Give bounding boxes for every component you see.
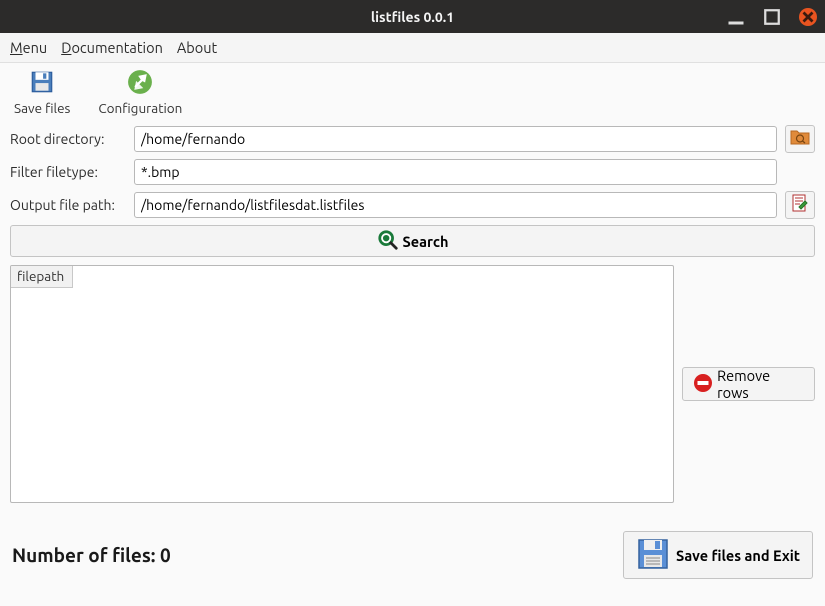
output-path-label: Output file path:	[10, 197, 126, 213]
edit-output-button[interactable]	[785, 191, 815, 219]
results-row: filepath Remove rows	[10, 265, 815, 503]
filter-filetype-input[interactable]	[134, 159, 777, 185]
minimize-button[interactable]	[727, 8, 745, 26]
toolbar: Save files Configuration	[0, 63, 825, 121]
menu-documentation[interactable]: Documentation	[61, 39, 163, 56]
save-files-button[interactable]: Save files	[14, 69, 70, 116]
root-directory-row: Root directory:	[10, 125, 815, 153]
search-label: Search	[403, 233, 449, 250]
filter-filetype-label: Filter filetype:	[10, 164, 126, 180]
maximize-button[interactable]	[763, 8, 781, 26]
table-header-filepath[interactable]: filepath	[11, 266, 73, 288]
close-button[interactable]	[799, 8, 817, 26]
remove-rows-label: Remove rows	[717, 367, 804, 401]
file-count-label: Number of files: 0	[12, 544, 171, 566]
window-controls	[727, 8, 817, 26]
folder-icon	[790, 128, 810, 150]
floppy-save-icon	[636, 537, 670, 574]
save-icon	[29, 69, 55, 98]
search-icon	[377, 229, 399, 254]
window-title: listfiles 0.0.1	[0, 9, 825, 25]
save-exit-label: Save files and Exit	[676, 547, 800, 564]
filter-filetype-row: Filter filetype:	[10, 159, 815, 185]
remove-icon	[693, 373, 713, 396]
output-path-input[interactable]	[134, 192, 777, 218]
menubar: Menu Documentation About	[0, 33, 825, 63]
output-path-row: Output file path:	[10, 191, 815, 219]
root-directory-input[interactable]	[134, 126, 777, 152]
remove-rows-button[interactable]: Remove rows	[682, 367, 815, 401]
search-button[interactable]: Search	[10, 225, 815, 257]
titlebar: listfiles 0.0.1	[0, 0, 825, 33]
configuration-button[interactable]: Configuration	[98, 69, 182, 116]
menu-about[interactable]: About	[177, 39, 217, 56]
results-table[interactable]: filepath	[10, 265, 674, 503]
document-edit-icon	[790, 193, 810, 217]
gear-icon	[127, 69, 153, 98]
footer: Number of files: 0 Save files and Exit	[0, 507, 825, 589]
root-directory-label: Root directory:	[10, 131, 126, 147]
browse-folder-button[interactable]	[785, 125, 815, 153]
form-area: Root directory: Filter filetype: Output …	[0, 121, 825, 507]
save-and-exit-button[interactable]: Save files and Exit	[623, 531, 813, 579]
menu-menu[interactable]: Menu	[10, 39, 47, 56]
save-files-label: Save files	[14, 100, 70, 116]
configuration-label: Configuration	[98, 100, 182, 116]
